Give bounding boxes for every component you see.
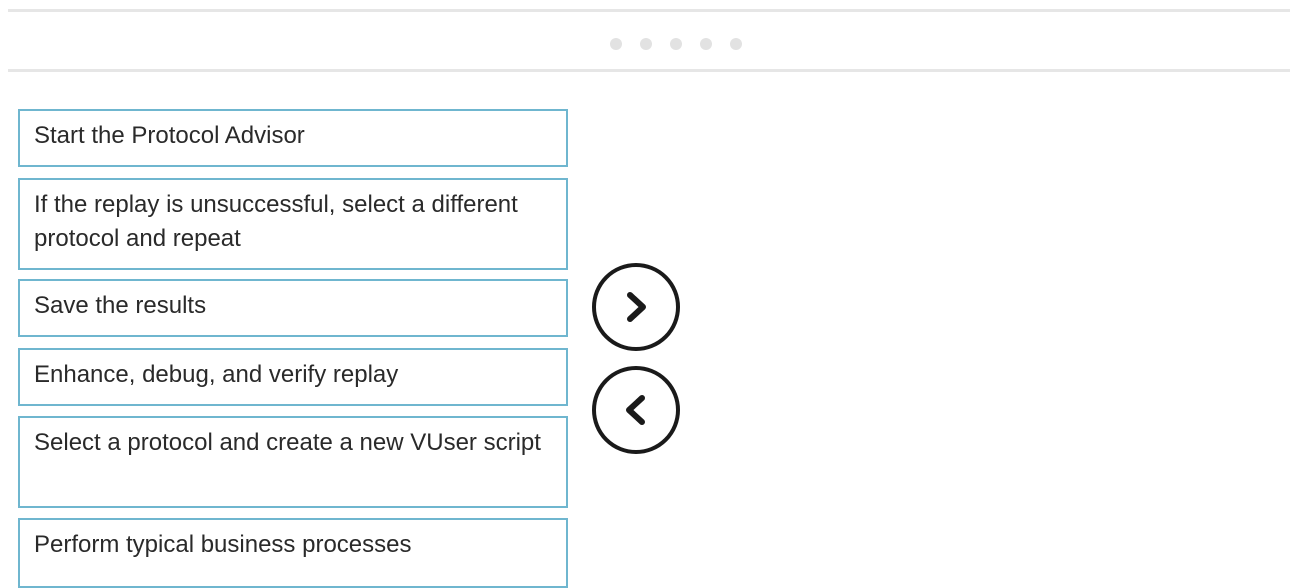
move-right-button[interactable]	[592, 263, 680, 351]
list-item-save-results[interactable]: Save the results	[18, 279, 568, 337]
pager-dot[interactable]	[730, 38, 742, 50]
top-divider	[8, 9, 1290, 12]
list-item-perform-business-processes[interactable]: Perform typical business processes	[18, 518, 568, 588]
chevron-right-icon	[627, 292, 646, 322]
header-divider	[8, 69, 1290, 72]
list-item-start-protocol-advisor[interactable]: Start the Protocol Advisor	[18, 109, 568, 167]
pager-dots	[610, 38, 742, 50]
move-left-button[interactable]	[592, 366, 680, 454]
chevron-left-icon	[626, 395, 645, 425]
pager-dot[interactable]	[700, 38, 712, 50]
list-item-enhance-debug-verify[interactable]: Enhance, debug, and verify replay	[18, 348, 568, 406]
list-item-replay-unsuccessful[interactable]: If the replay is unsuccessful, select a …	[18, 178, 568, 270]
pager-dot[interactable]	[610, 38, 622, 50]
list-item-select-protocol[interactable]: Select a protocol and create a new VUser…	[18, 416, 568, 508]
pager-dot[interactable]	[670, 38, 682, 50]
pager-dot[interactable]	[640, 38, 652, 50]
